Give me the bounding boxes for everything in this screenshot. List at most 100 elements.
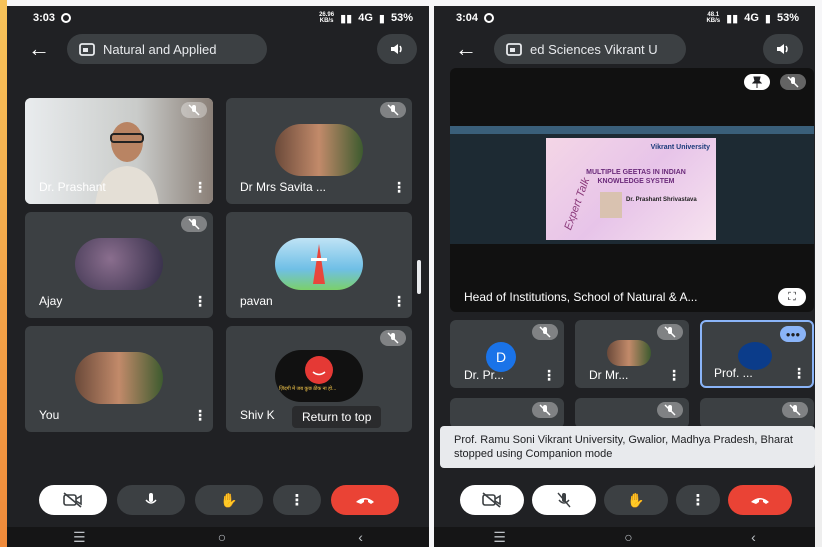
hang-up-button[interactable] [331, 485, 399, 515]
participant-tile-prof[interactable]: ●●● Prof. ... ⋮ [700, 320, 814, 388]
meeting-title-pill[interactable]: Natural and Applied [67, 34, 267, 64]
menu-icon[interactable]: ☰ [73, 529, 86, 546]
more-options-button[interactable]: ⋮ [273, 485, 321, 515]
raise-hand-button[interactable]: ✋ [195, 485, 263, 515]
meeting-title-pill[interactable]: ed Sciences Vikrant U [494, 34, 686, 64]
slide: Vikrant University MULTIPLE GEETAS IN IN… [546, 138, 716, 240]
more-options-button[interactable]: ⋮ [193, 179, 207, 196]
phone-hangup-icon [751, 498, 769, 504]
network-type: 4G [744, 12, 759, 24]
hang-up-button[interactable] [728, 485, 792, 515]
mic-muted-badge [380, 330, 406, 346]
mic-muted-badge [380, 102, 406, 118]
mic-muted-badge [780, 74, 806, 90]
audio-level-icon: ●●● [785, 329, 801, 339]
participant-tile-prashant[interactable]: Dr. Prashant ⋮ [25, 98, 213, 204]
more-options-button[interactable]: ⋮ [193, 407, 207, 424]
home-icon[interactable]: ○ [624, 529, 632, 545]
more-options-button[interactable]: ⋮ [667, 367, 681, 384]
more-options-button[interactable]: ⋮ [542, 367, 556, 384]
battery-level: 53% [776, 12, 799, 24]
avatar [275, 124, 363, 176]
mic-muted-badge [532, 402, 558, 418]
more-options-button[interactable]: ⋮ [676, 485, 720, 515]
companion-mode-toast: Prof. Ramu Soni Vikrant University, Gwal… [440, 426, 815, 468]
participant-name: Dr. Prashant [39, 180, 106, 194]
more-options-button[interactable]: ⋮ [193, 293, 207, 310]
mic-off-icon [557, 492, 571, 508]
audio-output-button[interactable] [763, 34, 803, 64]
mic-toggle-button[interactable] [532, 485, 596, 515]
signal-icon: ▮▮ [726, 12, 739, 25]
back-icon[interactable]: ‹ [358, 529, 363, 545]
participant-tile-row2-c[interactable] [700, 398, 814, 428]
back-button[interactable]: ← [19, 34, 59, 64]
participant-tile-dr-mr[interactable]: Dr Mr... ⋮ [575, 320, 689, 388]
notification-icon [484, 13, 495, 23]
mic-muted-badge [181, 102, 207, 118]
avatar [607, 340, 651, 366]
participant-tile-dr-pr[interactable]: D Dr. Pr... ⋮ [450, 320, 564, 388]
mic-muted-badge [181, 216, 207, 232]
status-bar: 3:04 48.1 KB/s ▮▮ 4G ▮ 53% [434, 6, 815, 30]
participant-tile-row2-b[interactable] [575, 398, 689, 428]
presenter-caption: Head of Institutions, School of Natural … [464, 290, 698, 304]
participant-tile-you[interactable]: You ⋮ [25, 326, 213, 432]
system-nav-bar: ☰ ○ ‹ [7, 527, 429, 547]
clock: 3:04 [456, 12, 479, 24]
speaker-icon [777, 44, 788, 54]
battery-icon: ▮ [378, 12, 385, 25]
call-controls: ✋ ⋮ [39, 473, 399, 527]
arrow-left-icon: ← [455, 36, 477, 61]
avatar: ज़िंदगी में जब कुछ ठीक ना हो... [275, 350, 363, 402]
mic-muted-badge [782, 402, 808, 418]
participant-tile-ajay[interactable]: Ajay ⋮ [25, 212, 213, 318]
camera-toggle-button[interactable] [460, 485, 524, 515]
participant-tile-savita[interactable]: Dr Mrs Savita ... ⋮ [226, 98, 412, 204]
participant-name: Dr Mrs Savita ... [240, 180, 327, 194]
participant-tile-pavan[interactable]: pavan ⋮ [226, 212, 412, 318]
participant-tile-row2-a[interactable] [450, 398, 564, 428]
raise-hand-button[interactable]: ✋ [604, 485, 668, 515]
scrollbar[interactable] [417, 260, 421, 294]
menu-icon[interactable]: ☰ [493, 529, 506, 546]
avatar-caption: ज़िंदगी में जब कुछ ठीक ना हो... [279, 386, 337, 392]
back-icon[interactable]: ‹ [751, 529, 756, 545]
shared-screen-toolbar [450, 126, 814, 134]
participant-tile-shiv[interactable]: ज़िंदगी में जब कुछ ठीक ना हो... Shiv K R… [226, 326, 412, 432]
video-off-icon [63, 492, 82, 508]
mic-off-icon [188, 218, 200, 230]
mic-muted-badge [657, 324, 683, 340]
return-to-top-tooltip[interactable]: Return to top [292, 406, 382, 428]
more-options-button[interactable]: ⋮ [392, 293, 406, 310]
hand-icon: ✋ [627, 491, 645, 508]
meeting-title: Natural and Applied [103, 41, 217, 57]
speaking-indicator: ●●● [780, 326, 806, 342]
mic-toggle-button[interactable] [117, 485, 185, 515]
mic-off-icon [787, 76, 799, 88]
home-icon[interactable]: ○ [218, 529, 226, 545]
more-options-button[interactable]: ⋮ [792, 365, 806, 382]
meeting-header: ← Natural and Applied [7, 30, 429, 68]
network-speed: 48.1 KB/s [706, 12, 721, 24]
pin-button[interactable] [744, 74, 770, 90]
notification-icon [61, 13, 72, 23]
mic-off-icon [539, 404, 551, 416]
meeting-header: ← ed Sciences Vikrant U [434, 30, 815, 68]
camera-toggle-button[interactable] [39, 485, 107, 515]
video-off-icon [482, 492, 501, 508]
fullscreen-button[interactable]: ⛶ [778, 288, 806, 306]
pin-icon [752, 76, 762, 88]
mic-off-icon [188, 104, 200, 116]
window-edge-left [0, 0, 7, 547]
participant-name: pavan [240, 294, 273, 308]
calendar-icon [79, 43, 95, 56]
back-button[interactable]: ← [446, 34, 486, 64]
fullscreen-icon: ⛶ [788, 290, 796, 303]
speaker-icon [391, 44, 402, 54]
mic-icon [145, 493, 157, 504]
audio-output-button[interactable] [377, 34, 417, 64]
more-options-button[interactable]: ⋮ [392, 179, 406, 196]
arrow-left-icon: ← [28, 36, 50, 61]
presentation-tile[interactable]: Vikrant University MULTIPLE GEETAS IN IN… [450, 68, 814, 312]
